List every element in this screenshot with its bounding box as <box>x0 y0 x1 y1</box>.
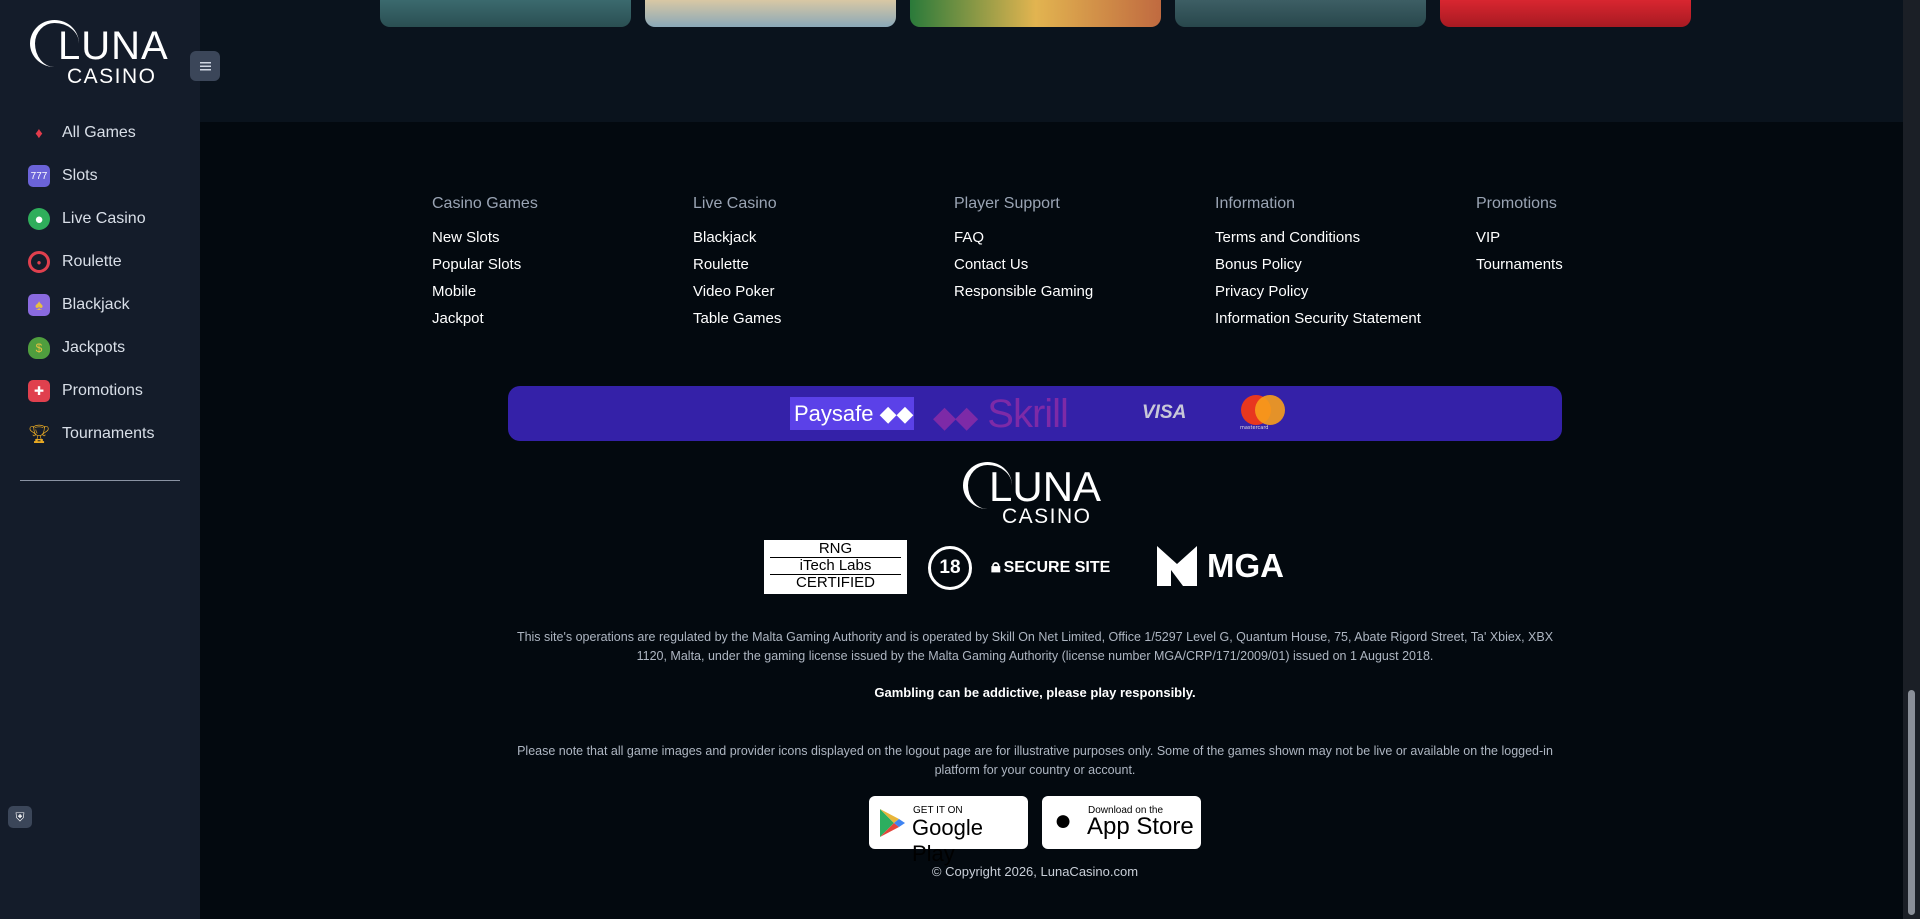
sidebar-item-slots[interactable]: 777 Slots <box>28 161 98 191</box>
rng-certified-badge[interactable]: RNG iTech Labs CERTIFIED <box>764 540 907 594</box>
game-tile[interactable] <box>1440 0 1691 27</box>
footer-link[interactable]: Table Games <box>693 305 781 332</box>
legal-text: This site's operations are regulated by … <box>516 630 1554 663</box>
live-dealer-icon: ● <box>28 208 50 230</box>
sidebar-item-label: Roulette <box>62 253 122 270</box>
copyright-text: © Copyright 2026, LunaCasino.com <box>931 864 1139 879</box>
footer-link[interactable]: FAQ <box>954 224 1093 251</box>
footer-link[interactable]: Jackpot <box>432 305 538 332</box>
game-tile[interactable] <box>910 0 1161 27</box>
footer-column-live-casino: Live Casino Blackjack Roulette Video Pok… <box>693 195 781 332</box>
shield-icon: ⛨ <box>15 809 25 824</box>
footer-column-casino-games: Casino Games New Slots Popular Slots Mob… <box>432 195 538 332</box>
gift-icon: ✚ <box>28 380 50 402</box>
logo-casino-text: CASINO <box>1002 505 1092 528</box>
footer-column-information: Information Terms and Conditions Bonus P… <box>1215 195 1421 332</box>
sidebar-item-promotions[interactable]: ✚ Promotions <box>28 376 143 406</box>
logo-luna-text: LUNA <box>989 463 1102 510</box>
slot-machine-icon: 777 <box>28 165 50 187</box>
footer-link[interactable]: Responsible Gaming <box>954 278 1093 305</box>
sidebar-toggle-button[interactable] <box>190 51 220 81</box>
logo-luna-text: LUNA <box>58 24 169 68</box>
mga-badge[interactable]: MGA <box>1157 544 1284 588</box>
payment-methods-bar: Paysafe ◆◆ ◆◆ Skrill VISA mastercard <box>508 386 1562 441</box>
game-tile[interactable] <box>645 0 896 27</box>
cards-suits-icon: ♦ <box>35 124 43 142</box>
footer-link[interactable]: Contact Us <box>954 251 1093 278</box>
sidebar-item-live-casino[interactable]: ● Live Casino <box>28 204 146 234</box>
skrill-logo: ◆◆ Skrill <box>933 392 1069 436</box>
sidebar-item-roulette[interactable]: ● Roulette <box>28 247 122 277</box>
footer-link[interactable]: Privacy Policy <box>1215 278 1421 305</box>
footer-link[interactable]: New Slots <box>432 224 538 251</box>
app-store-button[interactable]: ● Download on the App Store <box>1042 796 1201 849</box>
footer-column-title: Player Support <box>954 195 1060 212</box>
footer-link[interactable]: Popular Slots <box>432 251 538 278</box>
lock-icon: 🔒︎ <box>991 556 1001 576</box>
roulette-icon: ● <box>28 251 50 273</box>
footer-link[interactable]: Tournaments <box>1476 251 1563 278</box>
footer-column-title: Information <box>1215 195 1296 212</box>
footer-link[interactable]: Roulette <box>693 251 781 278</box>
footer-luna-casino-logo: LUNA CASINO <box>963 458 1113 528</box>
sidebar-item-label: Promotions <box>62 382 143 399</box>
mastercard-logo: mastercard <box>1235 395 1285 431</box>
sidebar-item-jackpots[interactable]: $ Jackpots <box>28 333 125 363</box>
google-play-button[interactable]: GET IT ON Google Play <box>869 796 1028 866</box>
footer-link[interactable]: Terms and Conditions <box>1215 224 1421 251</box>
paysafe-logo: Paysafe ◆◆ <box>790 397 914 430</box>
footer-link[interactable]: Information Security Statement <box>1215 305 1421 332</box>
footer-column-title: Promotions <box>1476 195 1557 212</box>
game-tile[interactable] <box>380 0 631 27</box>
game-tile[interactable] <box>1175 0 1426 27</box>
sidebar-item-all-games[interactable]: ♦ All Games <box>28 118 136 148</box>
sidebar-item-label: Blackjack <box>62 296 130 313</box>
footer-column-promotions: Promotions VIP Tournaments <box>1476 195 1563 278</box>
footer-link[interactable]: Mobile <box>432 278 538 305</box>
sidebar-item-blackjack[interactable]: ♠ Blackjack <box>28 290 130 320</box>
responsible-gambling-warning: Gambling can be addictive, please play r… <box>874 685 1196 700</box>
sidebar: LUNA CASINO ♦ All Games 777 Slots ● Live… <box>0 0 200 919</box>
scrollbar-thumb[interactable] <box>1908 690 1915 915</box>
privacy-shield-button[interactable]: ⛨ <box>8 806 32 828</box>
logo-casino-text: CASINO <box>67 65 157 88</box>
sidebar-item-label: Slots <box>62 167 98 184</box>
luna-casino-logo[interactable]: LUNA CASINO <box>30 18 170 88</box>
sidebar-divider <box>20 480 180 481</box>
footer-link[interactable]: Video Poker <box>693 278 781 305</box>
mga-logo-icon <box>1157 546 1197 586</box>
footer-column-title: Casino Games <box>432 195 538 212</box>
footer-link[interactable]: VIP <box>1476 224 1563 251</box>
playing-cards-icon: ♠ <box>28 294 50 316</box>
page-scrollbar[interactable] <box>1903 0 1920 919</box>
visa-logo: VISA <box>1142 402 1187 423</box>
sidebar-item-label: Jackpots <box>62 339 126 356</box>
footer-link[interactable]: Bonus Policy <box>1215 251 1421 278</box>
money-bag-icon: $ <box>28 337 50 359</box>
secure-site-badge: 🔒︎ SECURE SITE <box>991 556 1111 576</box>
sidebar-item-label: Tournaments <box>62 425 155 442</box>
menu-lines-icon <box>199 61 211 71</box>
sidebar-item-tournaments[interactable]: 🏆︎ Tournaments <box>28 419 155 449</box>
footer-column-player-support: Player Support FAQ Contact Us Responsibl… <box>954 195 1093 305</box>
sidebar-item-label: Live Casino <box>62 210 146 227</box>
age-18-plus-badge: 18 <box>928 546 972 590</box>
sidebar-item-label: All Games <box>62 124 136 141</box>
apple-icon: ● <box>1054 804 1073 837</box>
footer-column-title: Live Casino <box>693 195 777 212</box>
trophy-icon: 🏆︎ <box>27 423 51 444</box>
illustrative-images-note: Please note that all game images and pro… <box>517 744 1553 777</box>
footer-link[interactable]: Blackjack <box>693 224 781 251</box>
google-play-icon <box>880 809 905 837</box>
